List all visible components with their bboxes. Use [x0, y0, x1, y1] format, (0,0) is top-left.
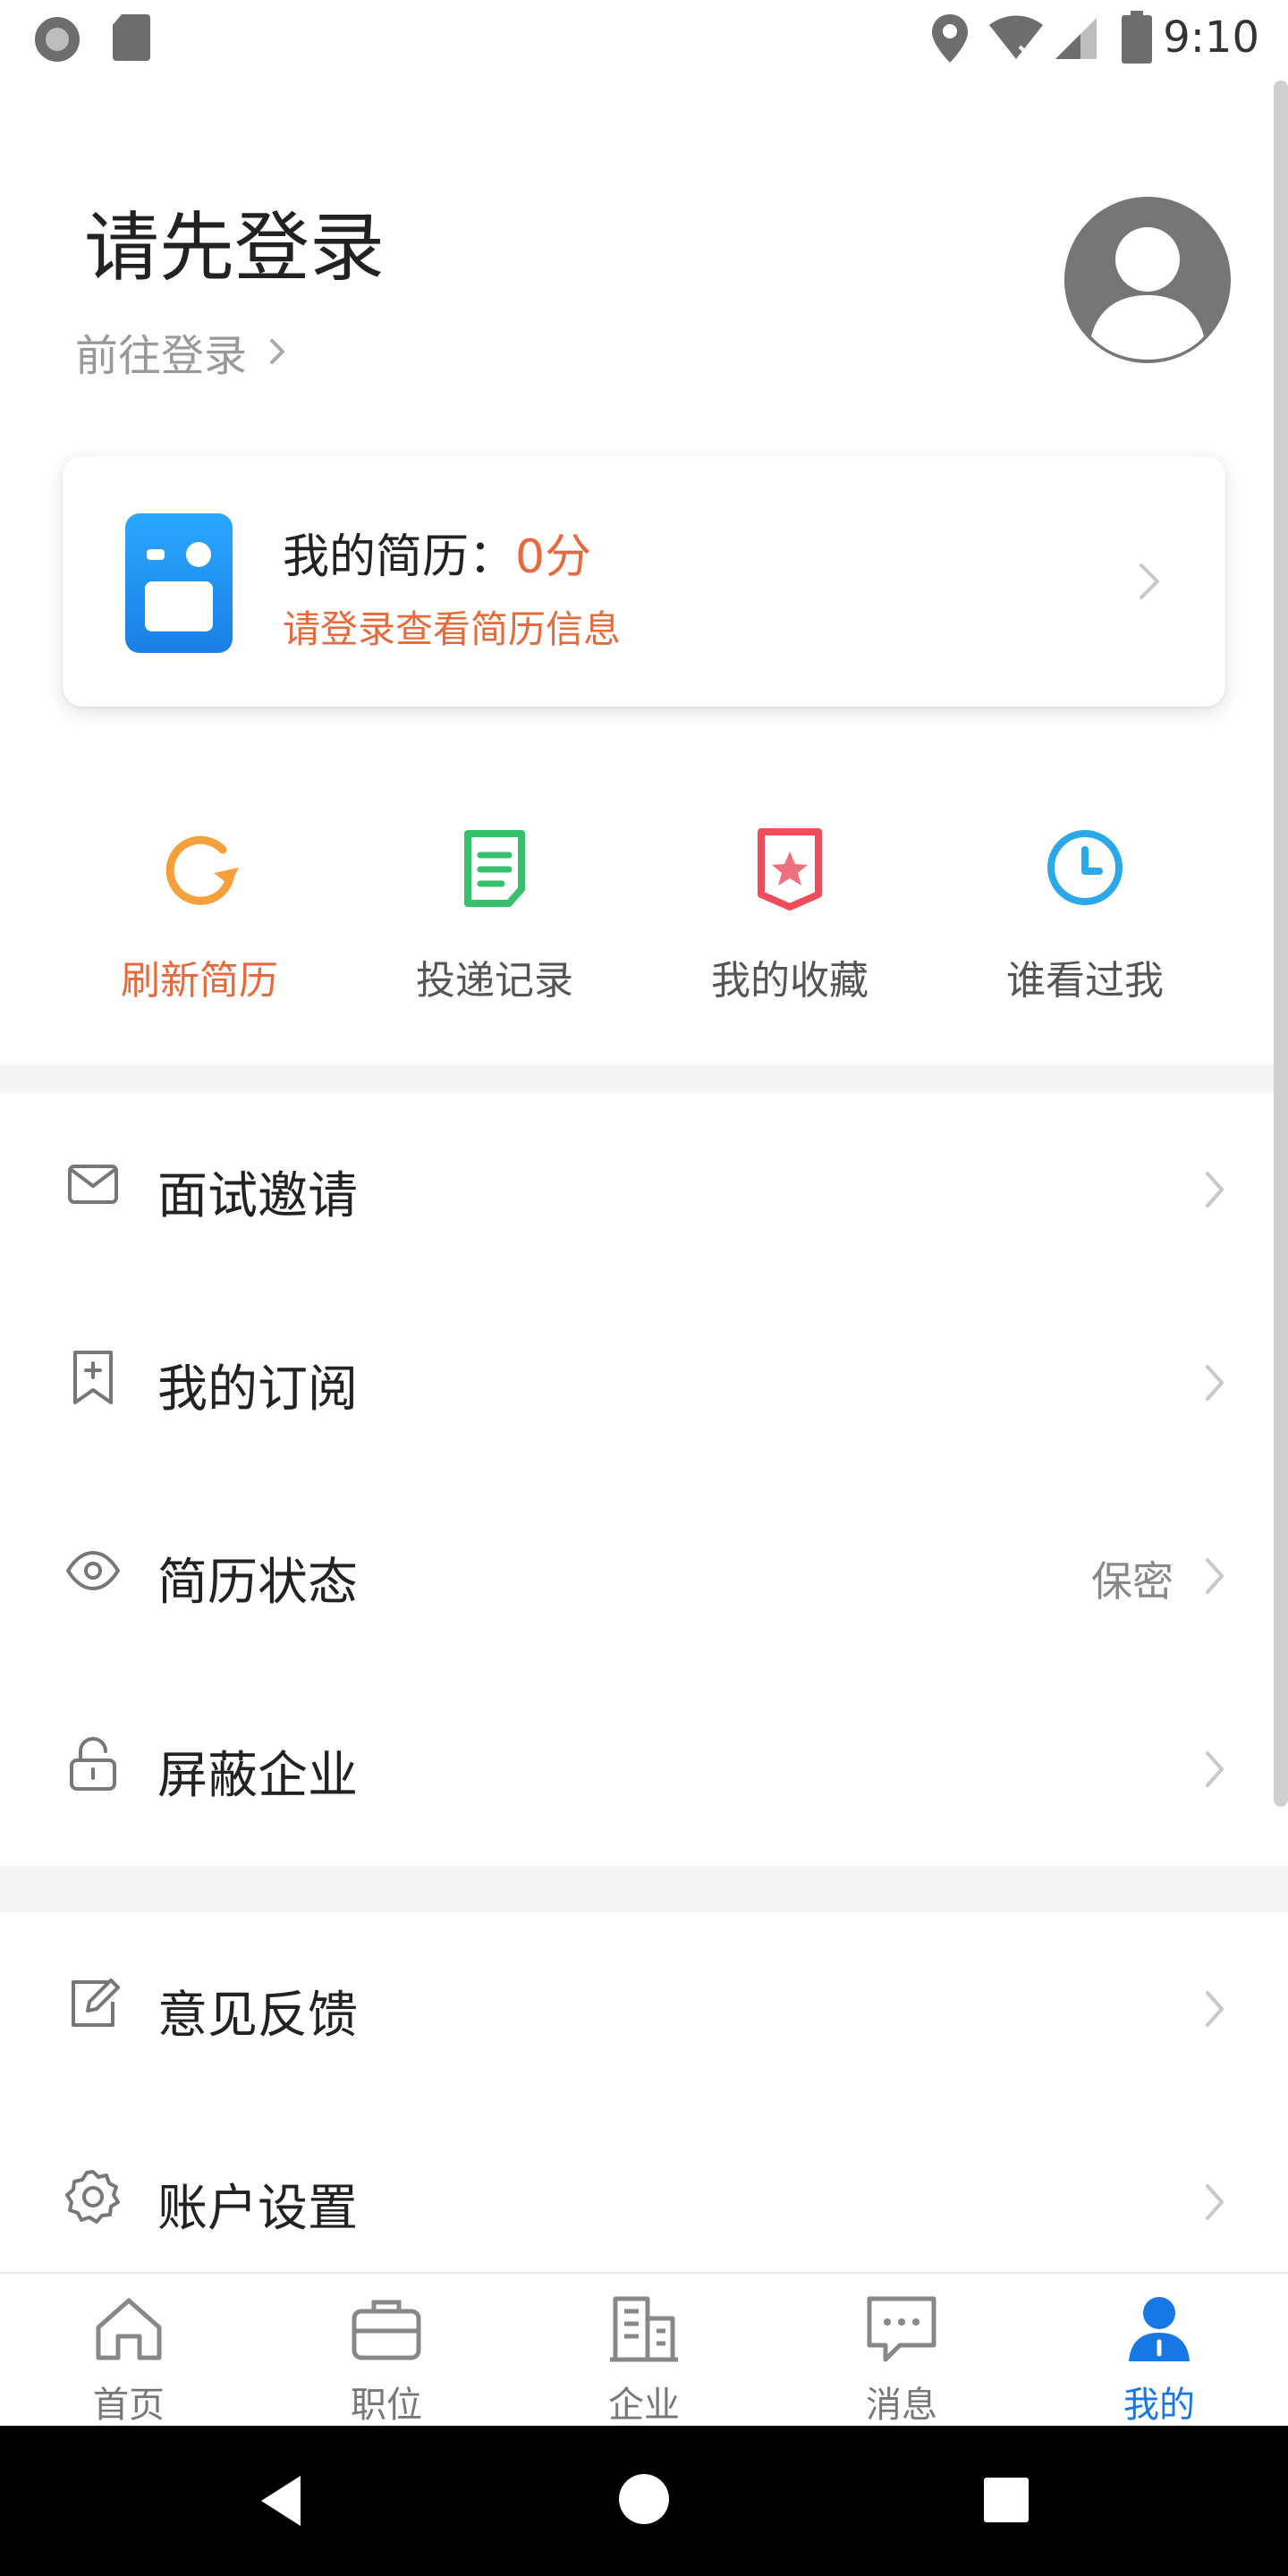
bookmark-star-icon [758, 828, 822, 911]
nav-tab-companies[interactable]: 企业 [515, 2274, 773, 2428]
edit-icon [72, 1979, 120, 2027]
nav-label: 首页 [93, 2385, 165, 2426]
battery-icon [1122, 11, 1152, 64]
menu-item-account-settings[interactable]: 账户设置 [0, 2106, 1288, 2272]
sd-card-icon [113, 14, 150, 61]
nav-tab-jobs[interactable]: 职位 [258, 2274, 515, 2428]
refresh-icon [165, 835, 239, 905]
menu-label: 屏蔽企业 [157, 1747, 358, 1805]
shortcut-label: 我的收藏 [711, 958, 869, 1004]
menu-label: 简历状态 [157, 1554, 358, 1612]
bookmark-plus-icon [73, 1351, 113, 1404]
chevron-right-icon [1206, 1172, 1224, 1208]
chevron-right-icon [1140, 564, 1159, 599]
scrollbar[interactable] [1274, 80, 1288, 1807]
shortcut-label: 谁看过我 [1006, 958, 1164, 1004]
resume-subtitle: 请登录查看简历信息 [283, 607, 622, 651]
login-link-label: 前往登录 [75, 331, 248, 381]
menu-item-my-subscription[interactable]: 我的订阅 [0, 1286, 1288, 1479]
mail-icon [68, 1165, 118, 1204]
signal-icon [1055, 18, 1097, 59]
menu-label: 我的订阅 [157, 1360, 358, 1419]
nav-tab-home[interactable]: 首页 [0, 2274, 258, 2428]
status-bar: 9:10 [0, 0, 1288, 80]
system-nav-bar [0, 2426, 1288, 2576]
shortcut-label: 刷新简历 [121, 958, 278, 1004]
menu-item-block-companies[interactable]: 屏蔽企业 [0, 1673, 1288, 1866]
nav-tab-mine[interactable]: 我的 [1030, 2274, 1288, 2428]
bottom-nav: 首页 职位 企业 消息 我的 [0, 2272, 1288, 2428]
nav-label: 消息 [866, 2385, 937, 2426]
location-icon [932, 14, 968, 63]
record-icon [35, 17, 80, 62]
menu-label: 面试邀请 [157, 1167, 358, 1225]
clock-icon [1047, 830, 1123, 905]
shortcut-my-favorites[interactable]: 我的收藏 [642, 805, 937, 1020]
login-link[interactable]: 前往登录 [75, 320, 288, 383]
shortcut-who-viewed-me[interactable]: 谁看过我 [937, 805, 1233, 1020]
section-divider [0, 1064, 1288, 1093]
user-avatar-icon [1064, 197, 1231, 363]
chevron-right-icon [1206, 2184, 1224, 2220]
building-icon [610, 2296, 678, 2362]
chevron-right-icon [1206, 1558, 1224, 1594]
resume-card[interactable]: 我的简历：0分 请登录查看简历信息 [63, 456, 1225, 707]
menu-label: 意见反馈 [157, 1987, 358, 2045]
avatar[interactable] [1064, 197, 1231, 363]
eye-icon [66, 1551, 120, 1590]
menu-label: 账户设置 [157, 2180, 358, 2238]
nav-tab-messages[interactable]: 消息 [773, 2274, 1030, 2428]
section-divider [0, 1866, 1288, 1912]
briefcase-icon [352, 2300, 421, 2360]
shortcut-delivery-records[interactable]: 投递记录 [347, 805, 642, 1020]
shortcut-refresh-resume[interactable]: 刷新简历 [52, 805, 347, 1020]
home-icon [96, 2298, 162, 2360]
resume-title-label: 我的简历： [283, 530, 516, 584]
nav-label: 企业 [608, 2385, 680, 2426]
recents-icon[interactable] [982, 2476, 1030, 2524]
document-icon [464, 830, 525, 907]
status-time: 9:10 [1163, 13, 1259, 63]
shortcut-label: 投递记录 [416, 958, 573, 1004]
resume-status-value: 保密 [1091, 1557, 1174, 1606]
shortcut-grid: 刷新简历 投递记录 我的收藏 谁看过我 [0, 805, 1288, 1020]
chevron-right-icon [1206, 1365, 1224, 1401]
home-button-icon[interactable] [617, 2472, 671, 2526]
chevron-right-icon [1206, 1751, 1224, 1787]
menu-item-interview-invitation[interactable]: 面试邀请 [0, 1093, 1288, 1286]
resume-score: 0分 [515, 530, 592, 584]
resume-title: 我的简历：0分 [283, 519, 591, 586]
nav-label: 我的 [1123, 2385, 1195, 2426]
back-icon[interactable] [254, 2472, 308, 2529]
chevron-right-icon [1206, 1991, 1224, 2027]
lock-icon [70, 1737, 116, 1791]
resume-icon [125, 513, 233, 653]
wifi-icon [989, 15, 1043, 59]
menu-item-feedback[interactable]: 意见反馈 [0, 1912, 1288, 2106]
chat-icon [867, 2296, 936, 2362]
gear-icon [65, 2170, 120, 2224]
nav-label: 职位 [351, 2385, 422, 2426]
user-icon [1129, 2297, 1190, 2361]
page-title: 请先登录 [84, 204, 386, 292]
menu-item-resume-status[interactable]: 简历状态 保密 [0, 1479, 1288, 1673]
chevron-right-icon [270, 339, 285, 364]
